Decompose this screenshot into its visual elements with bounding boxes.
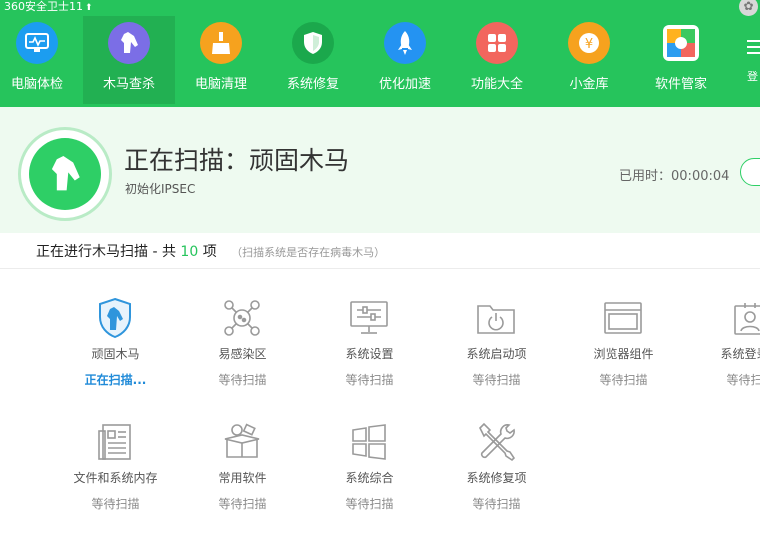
browser-window-icon (602, 297, 644, 339)
trojan-scan-logo (18, 127, 112, 221)
horse-icon (29, 138, 101, 210)
software-box-icon (221, 421, 263, 463)
menu-icon (747, 40, 760, 54)
broom-icon (200, 22, 242, 64)
scan-subtitle: 初始化IPSEC (125, 182, 196, 196)
svg-text:¥: ¥ (585, 37, 593, 52)
scan-status-panel: 正在扫描：顽固木马 初始化IPSEC 已用时：00:00:04 (0, 107, 760, 233)
item-status: 等待扫描 (599, 373, 648, 387)
item-name: 系统启动项 (466, 347, 527, 361)
nav-label: 功能大全 (470, 77, 523, 92)
item-status: 等待扫描 (345, 373, 394, 387)
nav-item-all-features[interactable]: 功能大全 (451, 16, 543, 104)
scan-summary: 正在进行木马扫描 - 共 10 项 （扫描系统是否存在病毒木马） (36, 241, 385, 261)
nav-label: 木马查杀 (102, 77, 155, 92)
main-nav: 电脑体检 木马查杀 电脑清理 系统修复 优化加速 功能大全 ¥ 小金库 软件管家… (0, 16, 760, 107)
monitor-check-icon (16, 22, 58, 64)
item-status: 等待扫描 (345, 497, 394, 511)
horse-icon (108, 22, 150, 64)
app-title: 360安全卫士11 ⬆ (0, 0, 93, 14)
item-name: 系统综合 (345, 471, 394, 485)
nav-item-cleanup[interactable]: 电脑清理 (175, 16, 267, 104)
scan-item-system-settings: 系统设置 等待扫描 (306, 297, 433, 397)
nav-label: 软件管家 (654, 77, 707, 92)
scan-item-system-general: 系统综合 等待扫描 (306, 421, 433, 521)
summary-note: （扫描系统是否存在病毒木马） (231, 246, 386, 259)
elapsed-label: 已用时： (619, 169, 672, 184)
summary-count: 10 (180, 244, 199, 260)
nav-item-trojan-scan[interactable]: 木马查杀 (83, 16, 175, 104)
scan-title: 正在扫描：顽固木马 (124, 146, 350, 175)
item-status: 等待扫描 (472, 497, 521, 511)
nav-item-checkup[interactable]: 电脑体检 (0, 16, 83, 104)
nav-item-login[interactable]: 登 (727, 16, 760, 104)
settings-monitor-icon (348, 297, 390, 339)
item-name: 常用软件 (218, 471, 267, 485)
pause-button[interactable] (740, 158, 760, 186)
nav-item-software-manager[interactable]: 软件管家 (635, 16, 727, 104)
item-name: 系统设置 (345, 347, 394, 361)
scan-item-stubborn-trojan: 顽固木马 正在扫描... (52, 297, 179, 397)
nav-label: 系统修复 (286, 77, 339, 92)
scan-item-system-repair: 系统修复项 等待扫描 (433, 421, 560, 521)
software-manager-icon (663, 25, 699, 61)
startup-folder-icon (475, 297, 517, 339)
app-title-text: 360安全卫士11 (4, 0, 83, 13)
scan-item-vulnerable-area: 易感染区 等待扫描 (179, 297, 306, 397)
skin-icon[interactable]: ✿ (739, 0, 758, 16)
scan-item-system-login: 系统登录相 等待扫描 (687, 297, 760, 397)
shield-icon (292, 22, 334, 64)
item-name: 易感染区 (218, 347, 267, 361)
nav-label: 小金库 (569, 77, 609, 92)
item-status: 等待扫描 (218, 373, 267, 387)
item-name: 系统修复项 (466, 471, 527, 485)
scan-item-browser-plugins: 浏览器组件 等待扫描 (560, 297, 687, 397)
summary-prefix: 正在进行木马扫描 - 共 (36, 244, 176, 260)
item-name: 浏览器组件 (593, 347, 654, 361)
nav-item-speedup[interactable]: 优化加速 (359, 16, 451, 104)
elapsed-time: 已用时：00:00:04 (619, 165, 729, 184)
item-name: 顽固木马 (91, 347, 140, 361)
nav-item-treasury[interactable]: ¥ 小金库 (543, 16, 635, 104)
top-toolbar: 360安全卫士11 ⬆ ✿ 电脑体检 木马查杀 电脑清理 系统修复 优化加速 功… (0, 0, 760, 107)
user-login-icon (729, 297, 760, 339)
nav-label: 电脑体检 (10, 77, 63, 92)
rocket-icon (384, 22, 426, 64)
shield-horse-icon (94, 297, 136, 339)
item-name: 文件和系统内存 (73, 471, 158, 485)
document-icon (94, 421, 136, 463)
scan-item-common-software: 常用软件 等待扫描 (179, 421, 306, 521)
virus-icon (221, 297, 263, 339)
item-status: 等待扫描 (91, 497, 140, 511)
nav-label: 电脑清理 (194, 77, 247, 92)
item-status: 等待扫描 (472, 373, 521, 387)
nav-label: 登 (747, 70, 758, 83)
item-status: 等待扫描 (218, 497, 267, 511)
item-name: 系统登录相 (720, 347, 760, 361)
nav-label: 优化加速 (378, 77, 431, 92)
item-status: 正在扫描... (84, 373, 147, 387)
upgrade-arrow-icon[interactable]: ⬆ (85, 3, 93, 13)
item-status: 等待扫描 (726, 373, 760, 387)
scan-item-files-memory: 文件和系统内存 等待扫描 (52, 421, 179, 521)
grid-icon (476, 22, 518, 64)
windows-icon (348, 421, 390, 463)
divider (0, 268, 760, 269)
scan-item-startup: 系统启动项 等待扫描 (433, 297, 560, 397)
summary-suffix: 项 (202, 244, 217, 260)
elapsed-value: 00:00:04 (671, 169, 730, 184)
tools-icon (475, 421, 517, 463)
nav-item-system-repair[interactable]: 系统修复 (267, 16, 359, 104)
coin-icon: ¥ (568, 22, 610, 64)
